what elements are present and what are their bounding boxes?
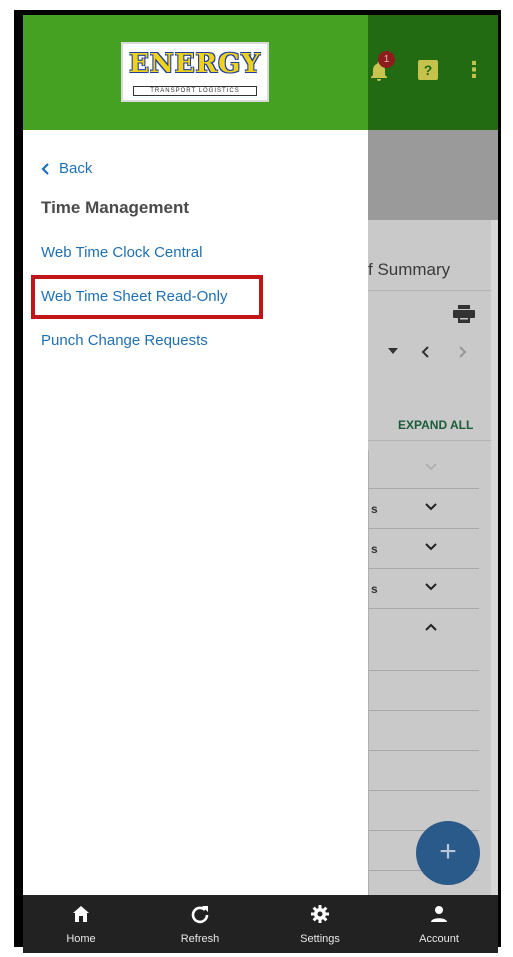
nav-label: Account [419, 933, 459, 945]
table-row [369, 712, 479, 751]
divider [368, 440, 491, 441]
table-row[interactable]: s [369, 570, 479, 609]
gear-icon [311, 905, 329, 923]
row-label: s [371, 542, 378, 556]
bottom-navigation: Home Refresh Settings Account [23, 895, 498, 953]
logo-wordmark: ENERGY [129, 49, 261, 79]
nav-account[interactable]: Account [389, 895, 489, 953]
menu-item-punch-change-requests[interactable]: Punch Change Requests [41, 332, 208, 349]
table-row[interactable]: s [369, 490, 479, 529]
nav-label: Home [66, 933, 96, 945]
chevron-up-icon [425, 623, 437, 631]
chevron-left-icon [41, 162, 49, 175]
background-summary-title: f Summary [368, 260, 451, 279]
nav-refresh[interactable]: Refresh [150, 895, 250, 953]
chevron-down-icon [425, 583, 437, 591]
menu-item-web-time-clock-central[interactable]: Web Time Clock Central [41, 244, 202, 261]
add-fab-button[interactable]: + [416, 821, 480, 885]
chevron-down-icon [425, 463, 437, 471]
back-label: Back [59, 160, 93, 177]
table-row[interactable]: s [369, 530, 479, 569]
section-title: Time Management [41, 198, 190, 217]
nav-label: Settings [300, 933, 340, 945]
chevron-down-icon [425, 503, 437, 511]
chevron-down-icon [425, 543, 437, 551]
expand-all-button[interactable]: EXPAND ALL [398, 418, 473, 432]
period-navigator[interactable] [388, 343, 488, 361]
nav-settings[interactable]: Settings [270, 895, 370, 953]
drawer-header: ENERGY TRANSPORT LOGISTICS [23, 15, 368, 130]
home-icon [73, 906, 89, 922]
logo-tagline: TRANSPORT LOGISTICS [133, 86, 257, 96]
highlight-box [31, 275, 263, 319]
table-row [369, 752, 479, 791]
back-button[interactable]: Back [41, 160, 92, 177]
table-row-expanded[interactable] [369, 610, 479, 671]
overflow-menu-icon[interactable]: ⋮ [463, 57, 485, 83]
notification-badge: 1 [378, 51, 395, 68]
help-icon[interactable]: ? [418, 60, 438, 80]
row-label: s [371, 582, 378, 596]
navigation-drawer: ENERGY TRANSPORT LOGISTICS Back Time Man… [23, 15, 368, 895]
print-icon[interactable] [453, 305, 475, 323]
app-screen: 1 ? ⋮ f Summary EXPAND ALL s s s + ENERG… [23, 15, 498, 953]
company-logo: ENERGY TRANSPORT LOGISTICS [121, 42, 269, 102]
table-row[interactable] [369, 450, 479, 489]
account-icon [431, 906, 447, 922]
table-row [369, 672, 479, 711]
nav-label: Refresh [180, 933, 220, 945]
row-label: s [371, 502, 378, 516]
nav-home[interactable]: Home [31, 895, 131, 953]
divider [368, 290, 491, 291]
refresh-icon [191, 906, 209, 924]
